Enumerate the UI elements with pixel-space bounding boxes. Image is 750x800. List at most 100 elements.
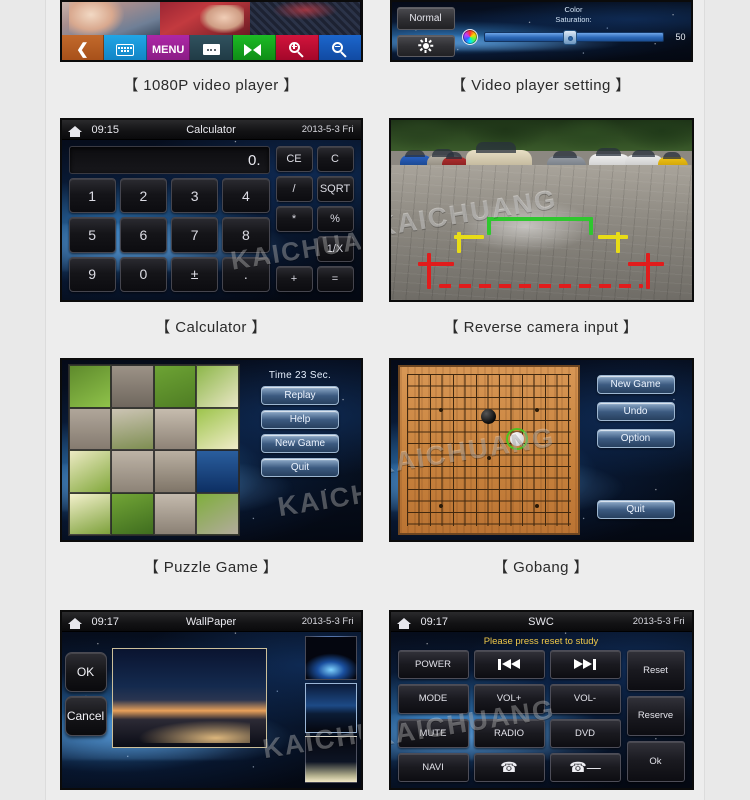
puzzle-screen[interactable]: Time 23 Sec. Replay Help New Game Quit K… [59, 358, 363, 542]
tab-normal[interactable]: Normal [396, 7, 455, 30]
swc-ok-button[interactable]: Ok [626, 741, 685, 782]
puzzle-tile[interactable] [68, 407, 111, 450]
swc-navi-button[interactable]: NAVI [397, 752, 469, 782]
puzzle-tile[interactable] [111, 407, 154, 450]
calculator-screen[interactable]: 09:15 Calculator 2013-5-3 Fri 0. 1 2 3 4 [59, 118, 363, 302]
key-9[interactable]: 9 [68, 256, 116, 292]
caption-reverse-camera: 【 Reverse camera input 】 [443, 319, 639, 336]
key-6[interactable]: 6 [119, 217, 167, 253]
new-game-button[interactable]: New Game [261, 434, 339, 453]
help-button[interactable]: Help [261, 410, 339, 429]
key-3[interactable]: 3 [171, 178, 219, 214]
quit-button[interactable]: Quit [261, 458, 339, 477]
saturation-slider[interactable] [483, 30, 664, 46]
option-button[interactable]: Option [596, 429, 675, 448]
zoom-in-icon [288, 41, 305, 58]
key-sqrt[interactable]: SQRT [316, 176, 354, 202]
new-game-button[interactable]: New Game [596, 375, 675, 394]
status-title: WallPaper [185, 615, 237, 628]
puzzle-tile[interactable] [111, 492, 154, 535]
key-equals[interactable]: = [316, 266, 354, 292]
caption-gobang: 【 Gobang 】 [493, 559, 589, 576]
puzzle-tile[interactable] [68, 450, 111, 493]
zoom-out-button[interactable] [318, 35, 361, 60]
key-plusminus[interactable]: ± [171, 256, 219, 292]
stone-black[interactable] [480, 409, 496, 424]
zoom-in-button[interactable] [275, 35, 319, 60]
key-percent[interactable]: % [316, 206, 354, 232]
tab-brightness[interactable] [396, 34, 455, 57]
swc-hangup-button[interactable]: ☎— [549, 752, 621, 782]
status-title: SWC [528, 615, 554, 628]
key-multiply[interactable]: * [275, 206, 313, 232]
key-c[interactable]: C [316, 146, 354, 172]
puzzle-tile[interactable] [153, 407, 196, 450]
row-games: Time 23 Sec. Replay Help New Game Quit K… [46, 358, 706, 588]
thumbnail-item[interactable] [304, 736, 357, 783]
swc-next-button[interactable] [549, 650, 621, 680]
puzzle-grid[interactable] [67, 364, 240, 536]
video-setting-screen[interactable]: Normal Color Saturation: 50 [389, 0, 693, 62]
puzzle-tile[interactable] [111, 450, 154, 493]
puzzle-tile[interactable] [111, 365, 154, 408]
key-0[interactable]: 0 [119, 256, 167, 292]
key-5[interactable]: 5 [68, 217, 116, 253]
swc-volup-button[interactable]: VOL+ [473, 684, 545, 714]
swc-prev-button[interactable] [473, 650, 545, 680]
reverse-camera-screen[interactable]: KAICHUANG [388, 118, 694, 302]
gobang-board[interactable] [397, 365, 580, 535]
quit-button[interactable]: Quit [596, 500, 675, 519]
swc-reset-button[interactable]: Reset [626, 650, 685, 691]
back-button[interactable]: ❮ [61, 35, 105, 60]
puzzle-tile[interactable] [196, 492, 239, 535]
puzzle-tile[interactable] [68, 365, 111, 408]
ok-button[interactable]: OK [64, 652, 107, 692]
thumbnail-item[interactable] [304, 636, 357, 680]
gobang-screen[interactable]: New Game Undo Option Quit KAICHUANG [388, 358, 694, 542]
key-divide[interactable]: / [275, 176, 313, 202]
puzzle-tile[interactable] [153, 492, 196, 535]
stone-white-selected[interactable] [505, 428, 528, 450]
puzzle-tile[interactable] [68, 492, 111, 535]
puzzle-tile[interactable] [196, 450, 239, 493]
key-decimal[interactable]: . [222, 256, 270, 292]
puzzle-tile[interactable] [153, 365, 196, 408]
guide-near [417, 262, 454, 267]
swc-button-grid: POWER MODE VOL+ VOL- MUTE RADIO DVD NAVI [397, 650, 621, 782]
wallpaper-statusbar: 09:17 WallPaper 2013-5-3 Fri [61, 612, 361, 632]
menu-button[interactable]: MENU [147, 35, 191, 60]
swc-radio-button[interactable]: RADIO [473, 718, 545, 748]
swc-call-button[interactable]: ☎ [473, 752, 545, 782]
wallpaper-preview[interactable] [111, 648, 267, 748]
swc-dvd-button[interactable]: DVD [549, 718, 621, 748]
swc-reserve-button[interactable]: Reserve [626, 695, 685, 737]
video-player-screen[interactable]: ❮ MENU [59, 0, 363, 62]
more-button[interactable] [190, 35, 233, 60]
swc-voldown-button[interactable]: VOL- [549, 684, 621, 714]
undo-button[interactable]: Undo [596, 402, 675, 421]
replay-button[interactable]: Replay [261, 386, 339, 405]
puzzle-timer: Time 23 Sec. [268, 370, 332, 381]
next-button[interactable] [232, 35, 276, 60]
key-ce[interactable]: CE [275, 146, 313, 172]
swc-screen[interactable]: 09:17 SWC 2013-5-3 Fri Please press rese… [388, 610, 694, 790]
keyboard-button[interactable] [104, 35, 148, 60]
key-1[interactable]: 1 [68, 178, 116, 214]
cancel-button[interactable]: Cancel [64, 696, 107, 736]
swc-power-button[interactable]: POWER [397, 650, 469, 680]
slider-knob[interactable] [562, 30, 577, 46]
puzzle-tile[interactable] [196, 407, 239, 450]
swc-mute-button[interactable]: MUTE [397, 718, 469, 748]
key-reciprocal[interactable]: 1/X [316, 236, 354, 262]
wallpaper-screen[interactable]: 09:17 WallPaper 2013-5-3 Fri OK Cancel K… [59, 610, 363, 790]
puzzle-tile[interactable] [153, 450, 196, 493]
puzzle-tile[interactable] [196, 365, 239, 408]
slider-label-line1: Color [564, 5, 583, 14]
swc-mode-button[interactable]: MODE [397, 684, 469, 714]
key-2[interactable]: 2 [119, 178, 167, 214]
key-8[interactable]: 8 [222, 217, 270, 253]
key-plus[interactable]: + [275, 266, 313, 292]
thumbnail-item[interactable] [304, 683, 357, 733]
key-4[interactable]: 4 [222, 178, 270, 214]
key-7[interactable]: 7 [171, 217, 219, 253]
